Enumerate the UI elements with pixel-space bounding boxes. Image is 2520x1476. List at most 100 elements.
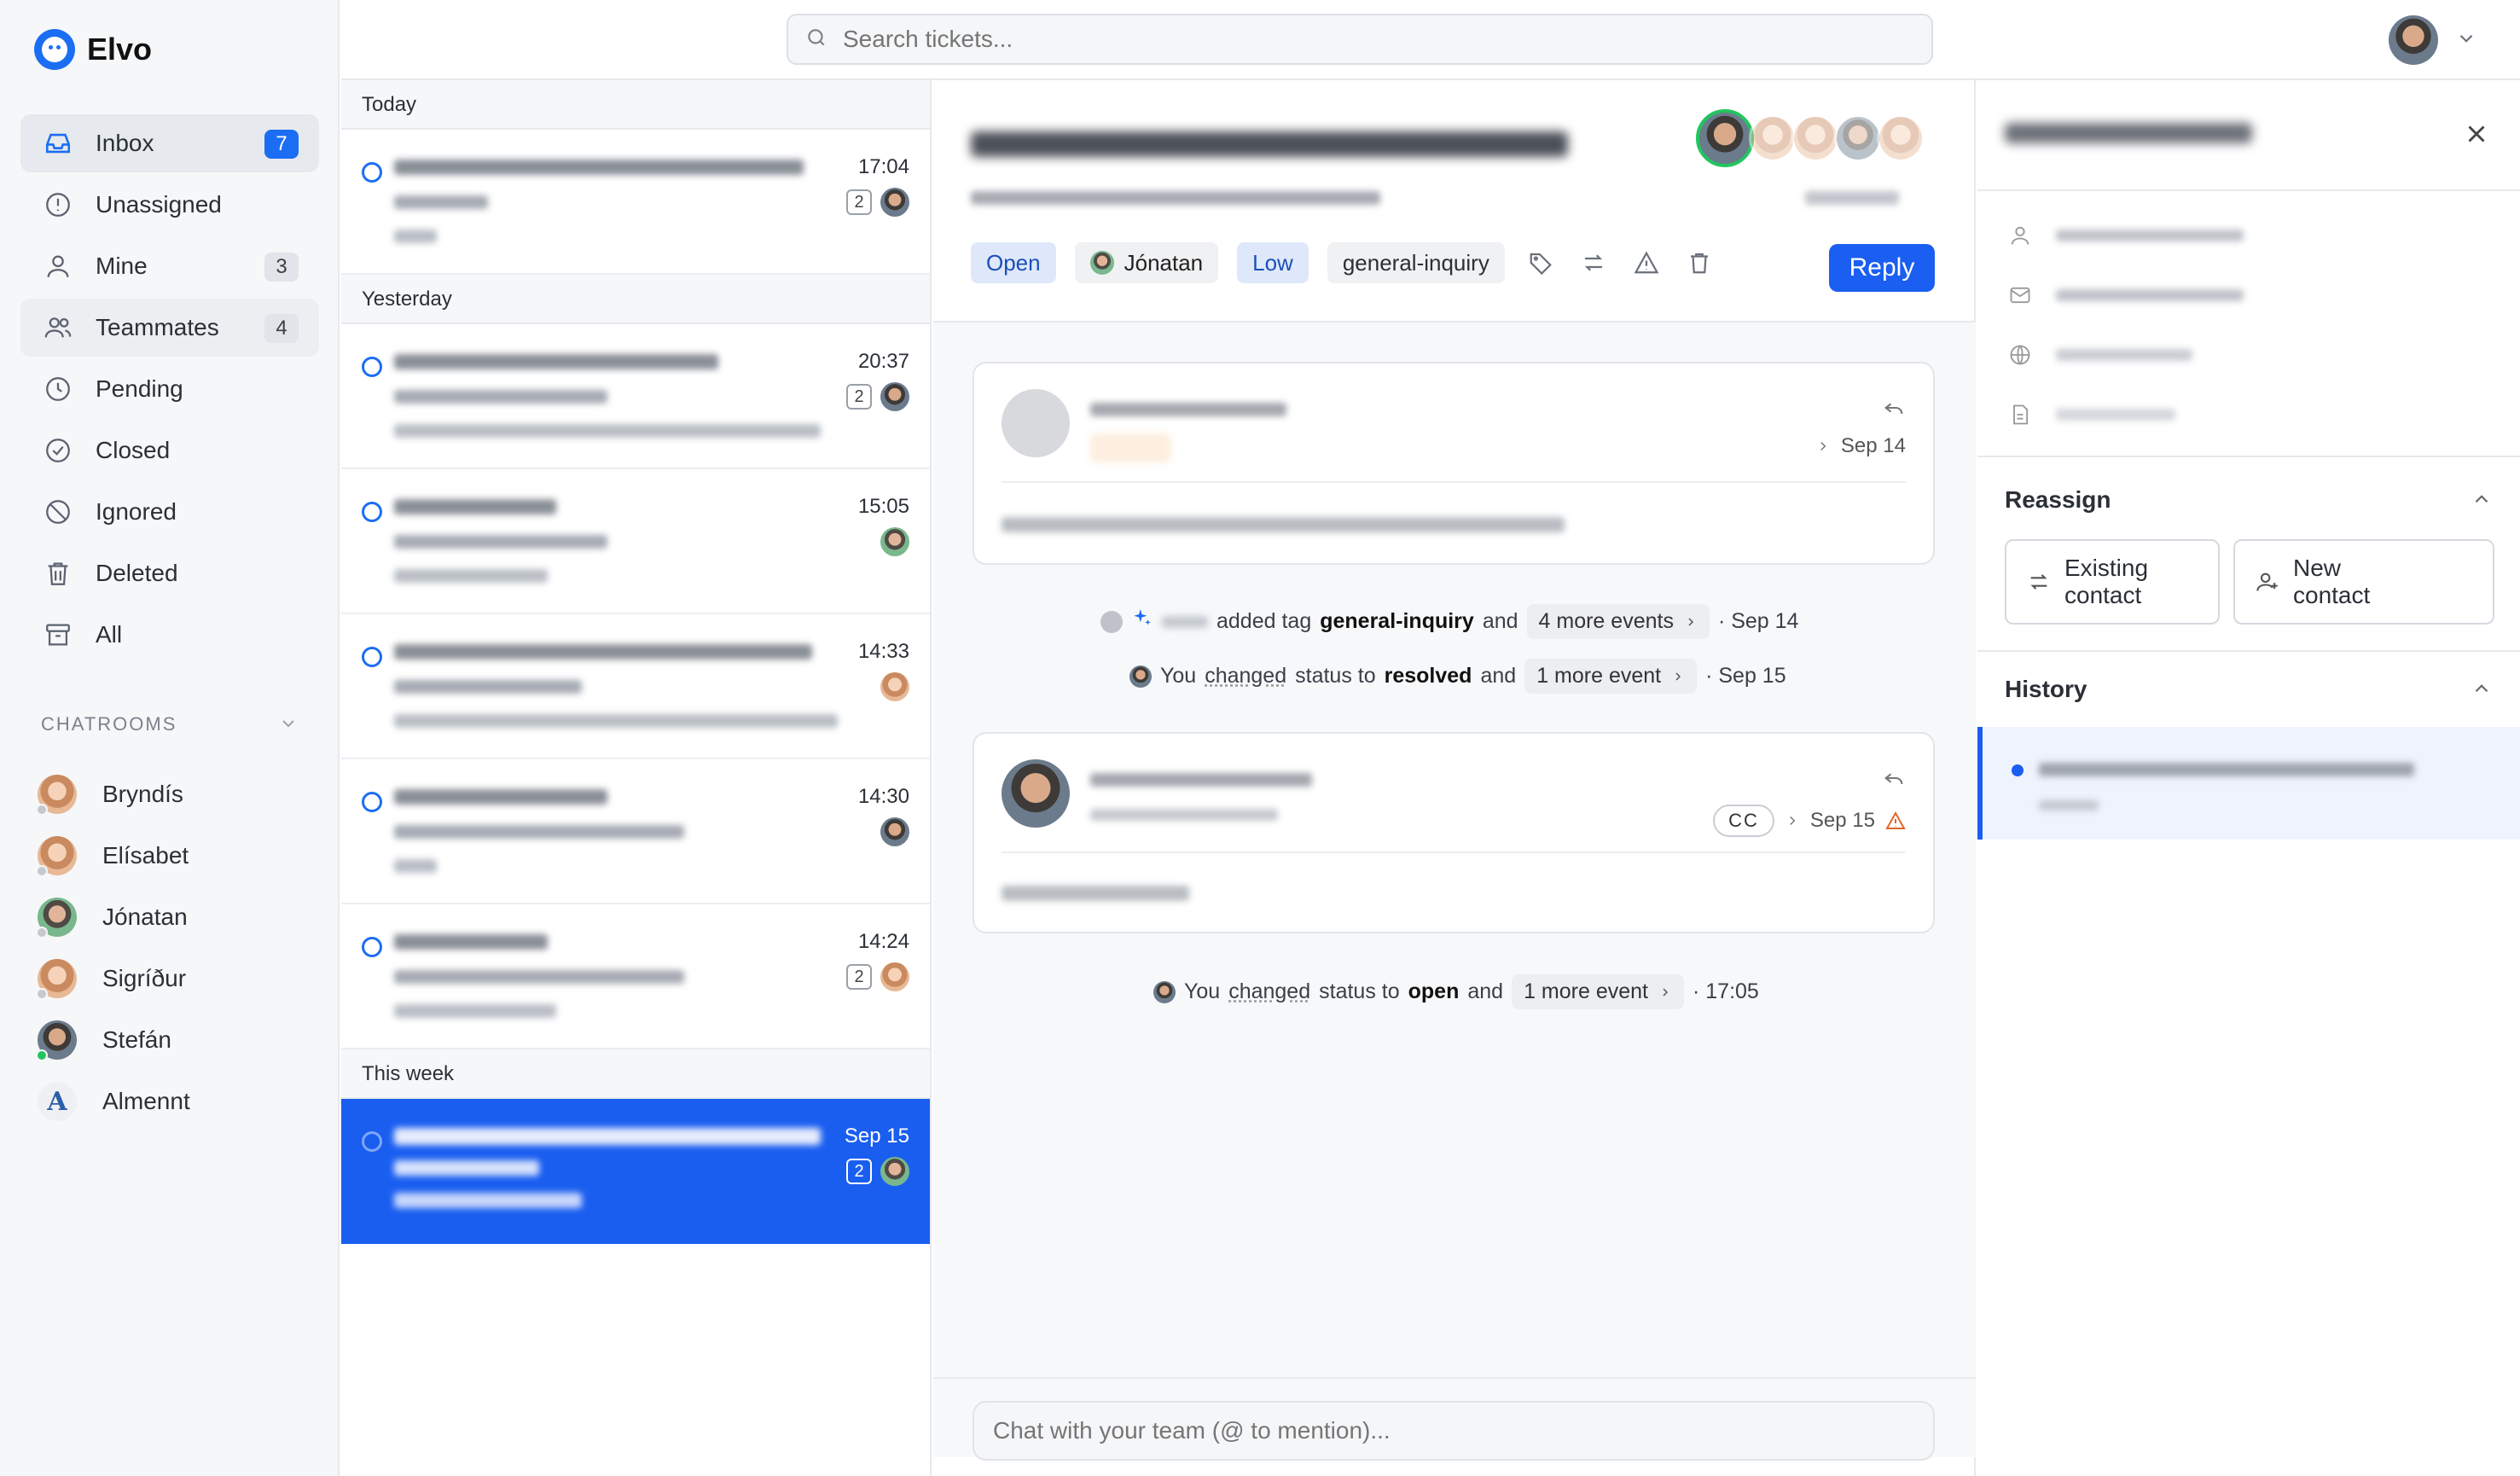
reply-button[interactable]: Reply (1829, 244, 1935, 292)
sidebar-item-unassigned[interactable]: Unassigned (20, 176, 319, 234)
history-item[interactable] (1977, 727, 2520, 840)
sidebar-item-mine[interactable]: Mine 3 (20, 237, 319, 295)
brand[interactable]: Elvo (34, 29, 152, 70)
section-header: Yesterday (341, 275, 930, 324)
contact-language (2056, 344, 2244, 366)
sidebar-item-ignored[interactable]: Ignored (20, 483, 319, 541)
sparkle-icon (1131, 607, 1153, 636)
chatroom-item-stefan[interactable]: Stefán (36, 1010, 171, 1070)
ticket-item[interactable]: 15:05 (341, 469, 930, 614)
tag-icon[interactable] (1524, 246, 1558, 280)
chatrooms-heading: CHATROOMS (41, 713, 177, 735)
assignee-chip[interactable]: Jónatan (1074, 242, 1219, 283)
search-bar[interactable] (787, 14, 1933, 65)
ticket-preview (394, 1000, 838, 1022)
event-actor: You (1160, 664, 1197, 688)
reply-icon[interactable] (1882, 766, 1906, 794)
ticket-item-selected[interactable]: Sep 15 2 (341, 1099, 930, 1244)
ticket-item[interactable]: 20:37 2 (341, 324, 930, 469)
chevron-up-icon[interactable] (2471, 488, 2493, 514)
elvo-logo-icon (34, 29, 75, 70)
ticket-item[interactable]: 14:30 (341, 759, 930, 904)
search-input[interactable] (843, 26, 1867, 53)
sidebar-item-teammates[interactable]: Teammates 4 (20, 299, 319, 357)
sidebar-item-label: Inbox (96, 130, 154, 156)
user-plus-icon (2256, 572, 2278, 591)
more-events-button[interactable]: 1 more event (1512, 974, 1684, 1009)
sidebar-item-deleted[interactable]: Deleted (20, 544, 319, 602)
ticket-preview (394, 225, 838, 247)
avatar (880, 1157, 909, 1186)
chevron-down-icon[interactable] (278, 713, 299, 738)
sidebar-item-inbox[interactable]: Inbox 7 (20, 114, 319, 172)
cc-badge[interactable]: CC (1713, 805, 1774, 837)
ticket-preview (394, 855, 838, 877)
warning-icon[interactable] (1629, 246, 1664, 280)
divider (1977, 650, 2520, 652)
sidebar-item-label: Deleted (96, 560, 178, 586)
avatar (880, 382, 909, 411)
avatar (36, 959, 77, 1000)
chatroom-name: Sigríður (102, 965, 187, 991)
section-header: This week (341, 1049, 930, 1099)
contact-language-row[interactable] (2008, 343, 2244, 367)
chatroom-item-elisabet[interactable]: Elísabet (36, 826, 189, 886)
team-chat-input[interactable] (993, 1417, 1914, 1444)
transfer-icon[interactable] (1576, 246, 1611, 280)
avatar (2389, 15, 2438, 65)
sidebar-item-closed[interactable]: Closed (20, 421, 319, 479)
reply-icon[interactable] (1882, 396, 1906, 424)
avatar (1749, 114, 1797, 162)
ticket-item[interactable]: 17:04 2 (341, 130, 930, 275)
existing-contact-button[interactable]: Existing contact (2005, 539, 2220, 625)
avatar (880, 962, 909, 991)
new-contact-button[interactable]: New contact (2233, 539, 2494, 625)
user-menu[interactable] (2389, 15, 2477, 65)
trash-icon[interactable] (1682, 246, 1716, 280)
event-actor: You (1184, 979, 1221, 1003)
sidebar-item-all[interactable]: All (20, 606, 319, 664)
priority-chip[interactable]: Low (1237, 242, 1309, 283)
event-row: You changed status to open and 1 more ev… (1153, 974, 1759, 1009)
more-events-button[interactable]: 4 more events (1526, 604, 1710, 639)
sidebar-item-label: Unassigned (96, 191, 222, 218)
chatroom-item-bryndis[interactable]: Bryndís (36, 764, 183, 824)
chevron-up-icon[interactable] (2471, 677, 2493, 704)
ticket-item[interactable]: 14:24 2 (341, 904, 930, 1049)
contact-notes-row[interactable] (2008, 403, 2244, 427)
button-label: New contact (2293, 555, 2371, 608)
contact-email-row[interactable] (2008, 283, 2244, 307)
chatroom-name: Stefán (102, 1026, 171, 1053)
ticket-sender (394, 191, 701, 213)
ticket-sender (394, 821, 701, 843)
event-row: added tag general-inquiry and 4 more eve… (1100, 604, 1798, 639)
ticket-toolbar: Open Jónatan Low general-inquiry (971, 242, 1716, 283)
chatroom-item-almennt[interactable]: A Almennt (38, 1072, 190, 1131)
sidebar-item-pending[interactable]: Pending (20, 360, 319, 418)
participants[interactable] (1696, 109, 1925, 167)
avatar (36, 775, 77, 816)
chatroom-item-jonatan[interactable]: Jónatan (36, 887, 188, 947)
event-row: You changed status to resolved and 1 mor… (1129, 659, 1786, 694)
ticket-subject (394, 1124, 829, 1148)
avatar (880, 672, 909, 701)
transfer-icon (2030, 574, 2047, 590)
event-and: and (1467, 979, 1504, 1003)
event-value: open (1408, 979, 1460, 1003)
chatroom-item-sigridur[interactable]: Sigríður (36, 949, 187, 1008)
status-chip[interactable]: Open (971, 242, 1056, 283)
sidebar-nav: Inbox 7 Unassigned Mine 3 Teammates 4 Pe… (20, 114, 319, 667)
more-events-button[interactable]: 1 more event (1524, 659, 1698, 694)
conversation-panel: Open Jónatan Low general-inquiry Reply S… (933, 80, 1976, 1476)
sidebar-item-label: All (96, 621, 123, 648)
tag-chip[interactable]: general-inquiry (1327, 242, 1505, 283)
divider (1977, 456, 2520, 457)
ticket-subject (394, 930, 829, 954)
ticket-item[interactable]: 14:33 (341, 614, 930, 759)
team-chat-composer[interactable] (973, 1401, 1935, 1461)
contact-name-row[interactable] (2008, 224, 2244, 247)
close-icon[interactable] (2462, 119, 2491, 153)
message-body (1002, 512, 1599, 538)
unread-indicator (362, 647, 382, 667)
ticket-time: 14:30 (857, 785, 909, 808)
